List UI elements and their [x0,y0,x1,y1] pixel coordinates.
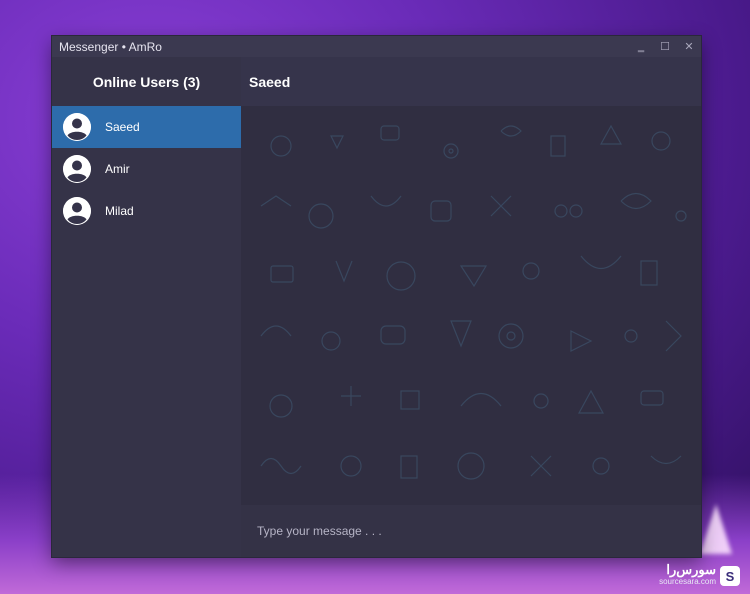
watermark-text: سورس‌را sourcesara.com [659,562,716,586]
user-name: Amir [105,162,130,176]
title-bar: Messenger • AmRo ‗ ☐ ✕ [52,36,701,57]
user-name: Saeed [105,120,140,134]
minimize-button[interactable]: ‗ [629,36,653,57]
message-input[interactable] [255,523,659,539]
chat-panel: Saeed [241,57,701,557]
chat-messages-area[interactable] [241,106,701,505]
sourcesara-logo-icon: S [720,566,740,586]
online-users-header: Online Users (3) [92,73,201,90]
watermark-subtext: sourcesara.com [659,577,716,586]
user-name: Milad [105,204,134,218]
user-item-milad[interactable]: Milad [52,190,241,232]
window-title: Messenger • AmRo [59,39,162,54]
watermark: سورس‌را sourcesara.com S [659,562,740,588]
user-avatar-icon [63,155,91,183]
user-item-saeed[interactable]: Saeed [52,106,241,148]
chat-contact-name: Saeed [249,73,291,90]
maximize-button[interactable]: ☐ [653,36,677,57]
chat-header: Saeed [241,57,701,106]
close-button[interactable]: ✕ [677,36,701,57]
messenger-window: Messenger • AmRo ‗ ☐ ✕ Online Users (3) … [52,36,701,557]
desktop-glow-triangle [700,504,732,554]
message-composer [241,505,701,557]
doodle-background [260,124,687,480]
online-users-sidebar: Online Users (3) Saeed Amir Milad [52,57,241,557]
user-item-amir[interactable]: Amir [52,148,241,190]
user-avatar-icon [63,197,91,225]
user-avatar-icon [63,113,91,141]
window-controls: ‗ ☐ ✕ [629,36,701,57]
